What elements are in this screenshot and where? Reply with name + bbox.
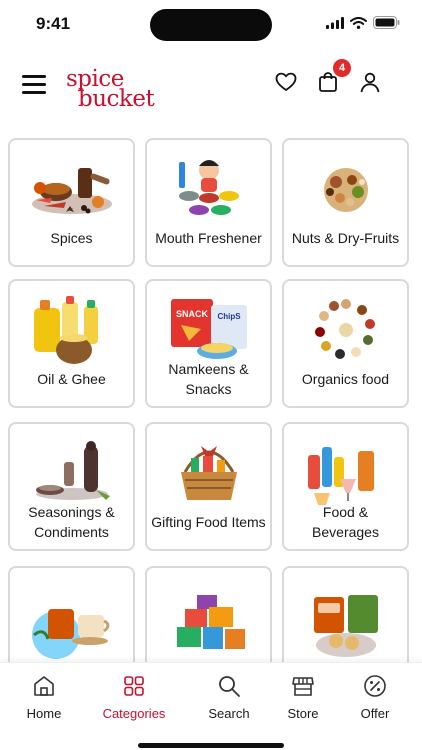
nuts-dry-fruits-icon [323,168,368,212]
chips-bag-text: ChipS [217,312,241,321]
category-tile-tea[interactable] [8,566,135,662]
categories-icon [124,676,144,696]
status-time: 9:41 [36,14,71,33]
hamburger-menu-icon[interactable] [22,75,46,95]
grocery-boxes-icon [176,595,245,649]
oil-ghee-icon [33,296,98,364]
app-header: spice bucket 4 [0,58,422,118]
category-tile-organics-food[interactable]: Organics food [282,279,409,408]
nav-home[interactable]: Home [4,673,84,721]
nav-label: Store [287,706,319,721]
packaged-snacks-icon [313,595,378,657]
snack-pack-text: SNACK [175,309,208,319]
battery-icon [373,16,400,29]
cart-count-badge: 4 [333,59,351,77]
profile-user-icon[interactable] [358,70,382,94]
offer-icon [364,675,386,697]
category-label: Food & Beverages [312,504,379,540]
gift-basket-icon [180,446,237,500]
category-tile-gifting-food-items[interactable]: Gifting Food Items [145,422,272,551]
category-tile-spices[interactable]: Spices [8,138,135,267]
nav-search[interactable]: Search [189,673,269,721]
mouth-freshener-icon [178,160,239,215]
category-tile-nuts-dry-fruits[interactable]: Nuts & Dry-Fruits [282,138,409,267]
category-tile-packaged-snacks[interactable] [282,566,409,662]
spice-bucket-logo[interactable]: spice bucket [64,66,164,112]
nav-label: Categories [102,706,166,721]
namkeens-snacks-icon: SNACK ChipS [170,299,247,359]
category-label: Namkeens & Snacks [168,361,249,397]
search-icon [219,676,240,697]
nav-categories[interactable]: Categories [94,673,174,721]
category-label: Organics food [301,371,390,387]
status-icons [326,16,400,29]
bottom-navigation: Home Categories Search Store Offer [0,662,422,750]
organics-food-icon [314,299,375,359]
nav-offer[interactable]: Offer [335,673,415,721]
seasonings-icon [35,441,110,500]
wifi-icon [350,16,367,29]
category-grid: Spices Mouth Freshener Nuts & Dry-Fruits… [8,138,414,662]
wishlist-heart-icon[interactable] [274,70,298,94]
nav-label: Home [26,706,62,721]
category-label: Gifting Food Items [151,514,266,530]
category-label: Seasonings & Condiments [28,504,115,540]
category-label: Oil & Ghee [37,371,106,387]
dynamic-island [150,9,272,41]
category-tile-grocery[interactable] [145,566,272,662]
signal-icon [326,16,344,29]
category-tile-seasonings-condiments[interactable]: Seasonings & Condiments [8,422,135,551]
category-label: Spices [50,230,93,246]
home-indicator [138,743,284,748]
category-tile-namkeens-snacks[interactable]: SNACK ChipS Namkeens & Snacks [145,279,272,408]
category-tile-mouth-freshener[interactable]: Mouth Freshener [145,138,272,267]
category-tile-food-beverages[interactable]: Food & Beverages [282,422,409,551]
nav-label: Offer [360,706,390,721]
store-icon [292,677,314,696]
cart-button[interactable]: 4 [316,59,351,94]
nav-label: Search [208,706,250,721]
category-tile-oil-ghee[interactable]: Oil & Ghee [8,279,135,408]
status-bar: 9:41 [0,0,422,50]
food-beverages-icon [307,447,374,505]
category-label: Mouth Freshener [155,230,262,246]
header-actions: 4 [274,59,382,94]
home-icon [34,676,54,696]
spices-icon [31,168,112,214]
category-label: Nuts & Dry-Fruits [291,230,400,246]
nav-store[interactable]: Store [263,673,343,721]
tea-cups-icon [31,609,109,659]
logo-text-line2: bucket [78,86,155,112]
